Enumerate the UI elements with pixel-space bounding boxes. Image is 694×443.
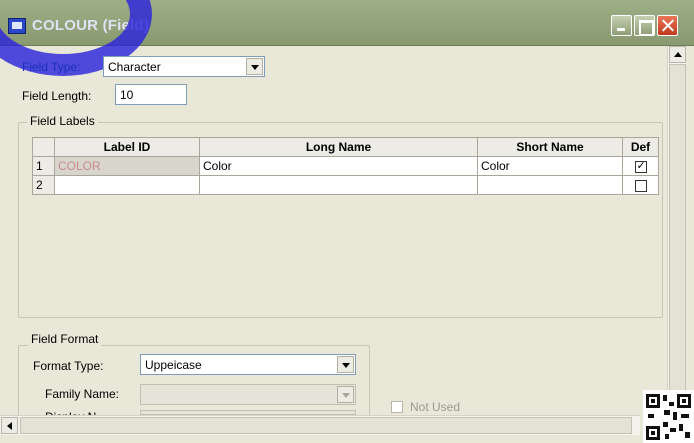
label-id-cell[interactable]: COLOR bbox=[54, 156, 200, 176]
field-type-value: Character bbox=[108, 60, 161, 74]
field-type-label: Field Type: bbox=[22, 60, 81, 74]
qr-code bbox=[643, 390, 694, 443]
column-header-label-id[interactable]: Label ID bbox=[54, 137, 200, 157]
column-header-short-name[interactable]: Short Name bbox=[477, 137, 623, 157]
short-name-cell[interactable]: Color bbox=[477, 156, 623, 176]
table-row[interactable]: 1 COLOR Color Color bbox=[32, 156, 659, 176]
scroll-up-icon[interactable] bbox=[669, 46, 686, 63]
not-used-label: Not Used bbox=[410, 400, 461, 414]
field-labels-title: Field Labels bbox=[27, 114, 98, 128]
field-type-select[interactable]: Character bbox=[103, 56, 265, 77]
grid-header-row: Label ID Long Name Short Name Def bbox=[32, 137, 659, 157]
format-type-label: Format Type: bbox=[33, 359, 104, 373]
horizontal-scroll-thumb[interactable] bbox=[20, 417, 632, 434]
vertical-scrollbar[interactable] bbox=[667, 46, 686, 406]
grid-corner bbox=[32, 137, 55, 157]
dropdown-arrow-icon[interactable] bbox=[337, 356, 354, 373]
row-number[interactable]: 2 bbox=[32, 175, 55, 195]
family-name-label: Family Name: bbox=[45, 387, 120, 401]
vertical-scroll-thumb[interactable] bbox=[669, 64, 686, 399]
field-length-input[interactable]: 10 bbox=[115, 84, 187, 105]
close-button[interactable] bbox=[657, 15, 678, 36]
def-checkbox[interactable] bbox=[634, 159, 647, 173]
format-type-value: Uppeicase bbox=[145, 358, 202, 372]
row-number[interactable]: 1 bbox=[32, 156, 55, 176]
field-labels-grid: Label ID Long Name Short Name Def 1 COLO… bbox=[32, 137, 659, 195]
long-name-cell[interactable] bbox=[199, 175, 478, 195]
format-type-select[interactable]: Uppeicase bbox=[140, 354, 356, 375]
maximize-button[interactable] bbox=[634, 15, 655, 36]
field-length-label: Field Length: bbox=[22, 89, 92, 103]
long-name-cell[interactable]: Color bbox=[199, 156, 478, 176]
def-cell[interactable] bbox=[622, 156, 659, 176]
horizontal-scrollbar[interactable] bbox=[0, 415, 640, 435]
not-used-checkbox[interactable] bbox=[391, 401, 403, 413]
title-bar[interactable]: COLOUR (Field) bbox=[0, 0, 694, 46]
table-row[interactable]: 2 bbox=[32, 175, 659, 195]
column-header-long-name[interactable]: Long Name bbox=[199, 137, 478, 157]
field-format-title: Field Format bbox=[28, 332, 102, 346]
minimize-button[interactable] bbox=[611, 15, 632, 36]
app-icon[interactable] bbox=[8, 18, 26, 34]
window-title: COLOUR (Field) bbox=[32, 17, 149, 34]
family-name-select[interactable] bbox=[140, 384, 356, 405]
dropdown-arrow-icon[interactable] bbox=[246, 58, 263, 75]
def-checkbox[interactable] bbox=[634, 179, 647, 192]
scroll-left-icon[interactable] bbox=[1, 417, 18, 434]
def-cell[interactable] bbox=[622, 175, 659, 195]
column-header-def[interactable]: Def bbox=[622, 137, 659, 157]
short-name-cell[interactable] bbox=[477, 175, 623, 195]
dropdown-arrow-icon[interactable] bbox=[337, 386, 354, 403]
label-id-cell[interactable] bbox=[54, 175, 200, 195]
